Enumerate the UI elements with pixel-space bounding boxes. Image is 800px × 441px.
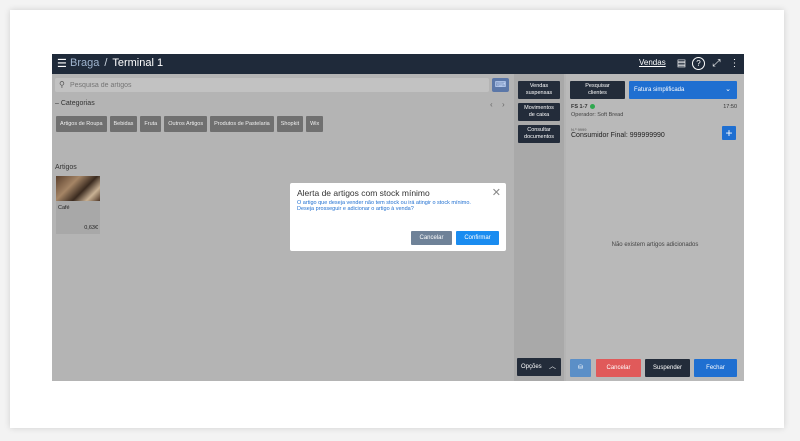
stock-alert-dialog: Alerta de artigos com stock mínimo ✕ O a… xyxy=(290,183,506,251)
confirm-button[interactable]: Confirmar xyxy=(456,231,499,245)
close-icon[interactable]: ✕ xyxy=(492,186,501,199)
dialog-message: O artigo que deseja vender não tem stock… xyxy=(297,200,492,212)
dialog-message-line2: Deseja prosseguir e adicionar o artigo à… xyxy=(297,206,414,212)
dialog-title: Alerta de artigos com stock mínimo xyxy=(297,188,430,198)
modal-overlay: Alerta de artigos com stock mínimo ✕ O a… xyxy=(52,54,744,381)
pos-app: ☰ Braga / Terminal 1 Vendas ▤ ? ⤢ ⋮ ⚲ ⌨ … xyxy=(52,54,744,381)
cancel-button[interactable]: Cancelar xyxy=(411,231,452,245)
